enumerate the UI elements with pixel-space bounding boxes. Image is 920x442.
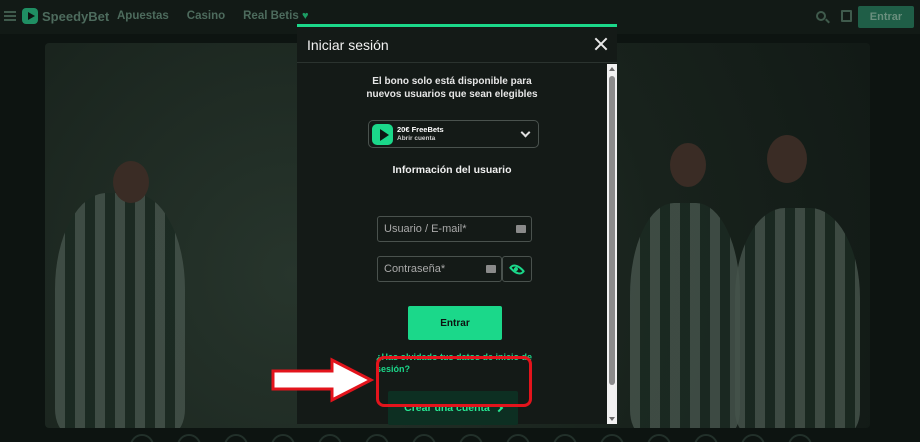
username-field[interactable] [377, 216, 532, 242]
gift-icon[interactable] [841, 10, 852, 22]
category-icon[interactable] [647, 434, 671, 442]
eye-icon [508, 260, 526, 278]
username-input[interactable] [378, 217, 508, 241]
category-icon[interactable] [506, 434, 530, 442]
show-password-button[interactable] [502, 256, 532, 282]
bonus-subtitle: Abrir cuenta [397, 135, 436, 142]
category-icon[interactable] [600, 434, 624, 442]
user-info-heading: Información del usuario [392, 164, 512, 176]
category-icon[interactable] [553, 434, 577, 442]
category-icon[interactable] [459, 434, 483, 442]
modal-title: Iniciar sesión [307, 37, 389, 53]
category-icon[interactable] [412, 434, 436, 442]
red-arrow-annotation [271, 357, 375, 403]
heart-icon: ♥ [301, 10, 309, 22]
password-input[interactable] [378, 257, 478, 281]
chevron-down-icon [520, 127, 531, 138]
player-head-right-1 [670, 143, 706, 187]
autofill-key-icon[interactable] [486, 265, 496, 273]
hamburger-menu-icon[interactable] [4, 11, 16, 21]
red-highlight-box [376, 356, 532, 407]
close-icon[interactable] [594, 37, 608, 51]
brand-name: SpeedyBet [42, 8, 110, 24]
category-icon[interactable] [224, 434, 248, 442]
player-figure-left [55, 193, 185, 428]
brand-logo[interactable]: SpeedyBet [22, 8, 109, 24]
autofill-key-icon[interactable] [516, 225, 526, 233]
play-logo-icon [22, 8, 38, 24]
category-icon[interactable] [365, 434, 389, 442]
modal-scrollbar[interactable] [607, 64, 617, 424]
category-icon[interactable] [177, 434, 201, 442]
player-figure-right-1 [630, 203, 740, 428]
nav-item-casino[interactable]: Casino [187, 10, 225, 22]
player-figure-right-2 [735, 208, 860, 428]
nav-item-real-betis-label: Real Betis [243, 10, 299, 22]
category-icon[interactable] [130, 434, 154, 442]
scrollbar-thumb[interactable] [609, 76, 615, 385]
player-head-right-2 [767, 135, 807, 183]
login-button[interactable]: Entrar [408, 306, 502, 340]
scroll-up-icon[interactable] [609, 67, 615, 71]
bonus-selector[interactable]: 20€ FreeBets Abrir cuenta [368, 120, 539, 148]
scroll-down-icon[interactable] [609, 417, 615, 421]
category-icon[interactable] [741, 434, 765, 442]
category-icon[interactable] [318, 434, 342, 442]
nav-item-apuestas[interactable]: Apuestas [117, 10, 169, 22]
modal-header: Iniciar sesión [297, 27, 617, 63]
bottom-icon-row [130, 434, 812, 442]
player-head-left [113, 161, 149, 203]
play-logo-icon [372, 124, 393, 145]
category-icon[interactable] [271, 434, 295, 442]
category-icon[interactable] [694, 434, 718, 442]
bonus-notice: El bono solo está disponible para nuevos… [366, 76, 538, 100]
search-icon[interactable] [816, 11, 826, 21]
category-icon[interactable] [788, 434, 812, 442]
header-login-button[interactable]: Entrar [858, 6, 914, 28]
nav-item-real-betis[interactable]: Real Betis ♥ [243, 10, 308, 22]
main-nav: Apuestas Casino Real Betis ♥ [117, 10, 308, 22]
password-field[interactable] [377, 256, 502, 282]
bonus-title: 20€ FreeBets [397, 125, 444, 134]
